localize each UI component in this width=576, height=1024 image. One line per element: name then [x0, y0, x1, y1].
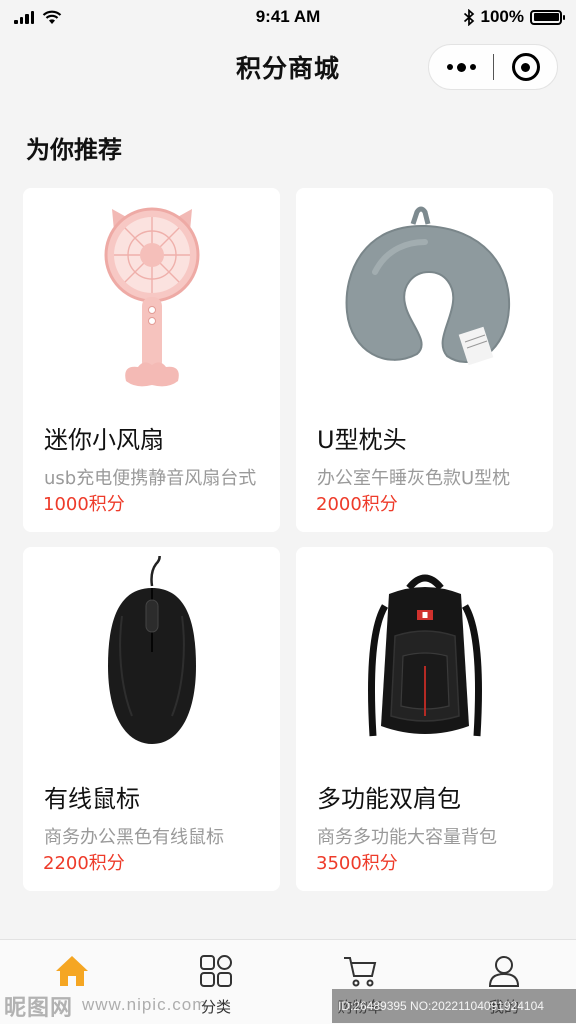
- status-bar: 9:41 AM 100%: [0, 0, 576, 34]
- product-name: 迷你小风扇: [44, 426, 164, 454]
- backpack-product-image: [296, 547, 553, 765]
- tab-label: 首页: [57, 996, 87, 1017]
- more-dots-icon[interactable]: [429, 45, 493, 89]
- battery-icon: [530, 9, 565, 25]
- product-name: U型枕头: [317, 426, 407, 454]
- category-grid-icon: [197, 952, 235, 990]
- product-price: 1000积分: [43, 494, 125, 515]
- pillow-product-image: [296, 188, 553, 406]
- status-time: 9:41 AM: [255, 7, 321, 26]
- tab-bar: 首页 分类 购物车 我的: [0, 939, 576, 1024]
- tab-profile[interactable]: 我的: [432, 940, 576, 1024]
- home-icon: [53, 952, 91, 990]
- product-price: 2000积分: [316, 494, 398, 515]
- wifi-icon: [42, 10, 62, 24]
- section-title: 为你推荐: [26, 136, 122, 164]
- fan-product-image: [23, 188, 280, 406]
- page-title: 积分商城: [235, 54, 340, 83]
- product-card[interactable]: U型枕头 办公室午睡灰色款U型枕 2000积分: [296, 188, 553, 532]
- product-name: 有线鼠标: [44, 785, 140, 813]
- signal-icon: [14, 10, 34, 24]
- nav-bar: 积分商城: [0, 34, 576, 100]
- cart-icon: [341, 952, 379, 990]
- target-close-icon[interactable]: [494, 45, 557, 89]
- product-price: 3500积分: [316, 853, 398, 874]
- tab-home[interactable]: 首页: [0, 940, 144, 1024]
- tab-cart[interactable]: 购物车: [288, 940, 432, 1024]
- product-name: 多功能双肩包: [317, 785, 461, 813]
- status-left: [14, 10, 164, 25]
- product-card[interactable]: 有线鼠标 商务办公黑色有线鼠标 2200积分: [23, 547, 280, 891]
- product-desc: 商务多功能大容量背包: [317, 827, 497, 848]
- tab-label: 购物车: [337, 998, 383, 1016]
- product-desc: 办公室午睡灰色款U型枕: [317, 468, 511, 489]
- bluetooth-icon: [463, 8, 474, 26]
- mini-program-capsule: [428, 44, 558, 90]
- tab-category[interactable]: 分类: [144, 940, 288, 1024]
- tab-label: 分类: [200, 998, 231, 1016]
- battery-percent: 100%: [480, 7, 524, 26]
- product-price: 2200积分: [43, 853, 125, 874]
- user-icon: [485, 952, 523, 990]
- status-right: 100%: [412, 7, 565, 27]
- product-card[interactable]: 多功能双肩包 商务多功能大容量背包 3500积分: [296, 547, 553, 891]
- tab-label: 我的: [488, 998, 519, 1016]
- battery-level: [533, 13, 559, 21]
- product-desc: usb充电便携静音风扇台式: [44, 468, 257, 489]
- mouse-product-image: [23, 547, 280, 765]
- product-desc: 商务办公黑色有线鼠标: [44, 827, 224, 848]
- product-card[interactable]: 迷你小风扇 usb充电便携静音风扇台式 1000积分: [23, 188, 280, 532]
